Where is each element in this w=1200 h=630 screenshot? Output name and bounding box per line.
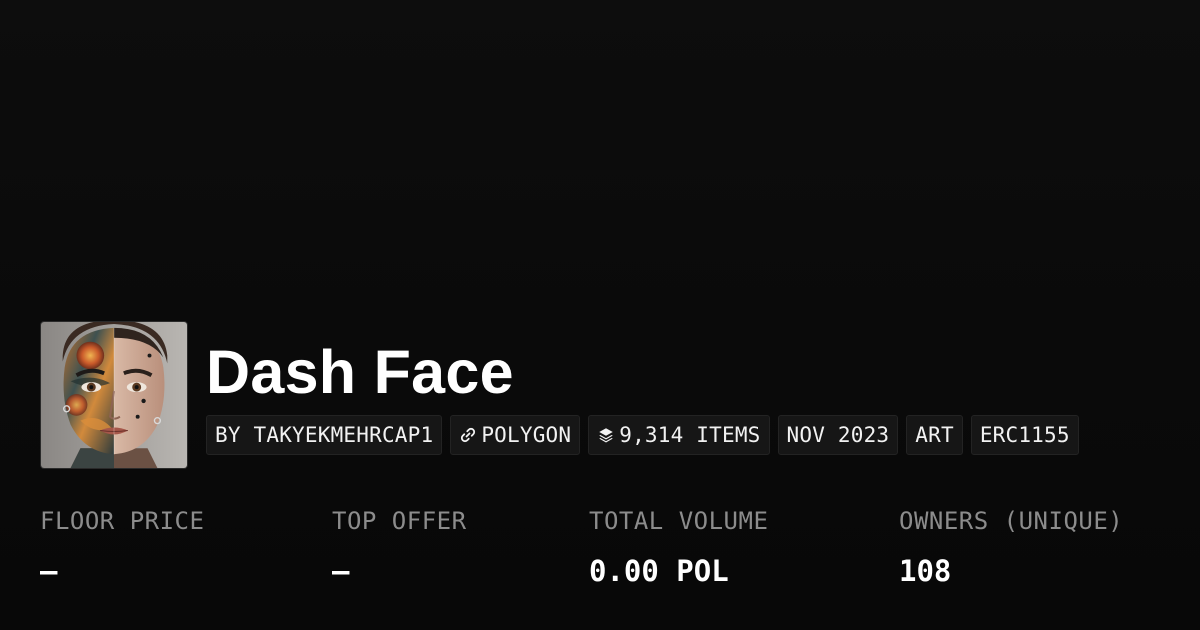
floor-price-stat: FLOOR PRICE – [40, 503, 204, 589]
collection-tags: BY TAKYEKMEHRCAP1 POLYGON 9,314 ITEMS NO… [206, 415, 1079, 455]
items-tag-label: 9,314 ITEMS [619, 423, 761, 447]
owners-label: OWNERS (UNIQUE) [899, 507, 1124, 535]
creator-tag-label: BY TAKYEKMEHRCAP1 [215, 423, 434, 447]
date-tag[interactable]: NOV 2023 [777, 415, 899, 455]
top-offer-stat: TOP OFFER – [332, 503, 467, 589]
chain-tag-label: POLYGON [481, 423, 572, 447]
items-tag[interactable]: 9,314 ITEMS [588, 415, 770, 455]
link-chain-icon [459, 426, 477, 444]
creator-tag[interactable]: BY TAKYEKMEHRCAP1 [206, 415, 443, 455]
total-volume-label: TOTAL VOLUME [589, 507, 769, 535]
chain-tag[interactable]: POLYGON [450, 415, 581, 455]
category-tag-label: ART [915, 423, 954, 447]
collection-title: Dash Face [206, 338, 514, 406]
standard-tag[interactable]: ERC1155 [970, 415, 1079, 455]
collection-card: Dash Face BY TAKYEKMEHRCAP1 POLYGON 9,31… [0, 0, 1200, 630]
date-tag-label: NOV 2023 [786, 423, 890, 447]
top-offer-label: TOP OFFER [332, 507, 467, 535]
floor-price-label: FLOOR PRICE [40, 507, 205, 535]
owners-value: 108 [899, 554, 952, 588]
total-volume-value: 0.00 POL [589, 554, 729, 588]
standard-tag-label: ERC1155 [979, 423, 1070, 447]
tattooed-face-portrait-icon [41, 322, 187, 468]
top-offer-value: – [332, 554, 350, 588]
layers-icon [597, 426, 615, 444]
category-tag[interactable]: ART [906, 415, 963, 455]
floor-price-value: – [40, 554, 58, 588]
owners-stat: OWNERS (UNIQUE) 108 [899, 503, 1123, 589]
collection-avatar[interactable] [40, 321, 188, 469]
total-volume-stat: TOTAL VOLUME 0.00 POL [589, 503, 768, 589]
